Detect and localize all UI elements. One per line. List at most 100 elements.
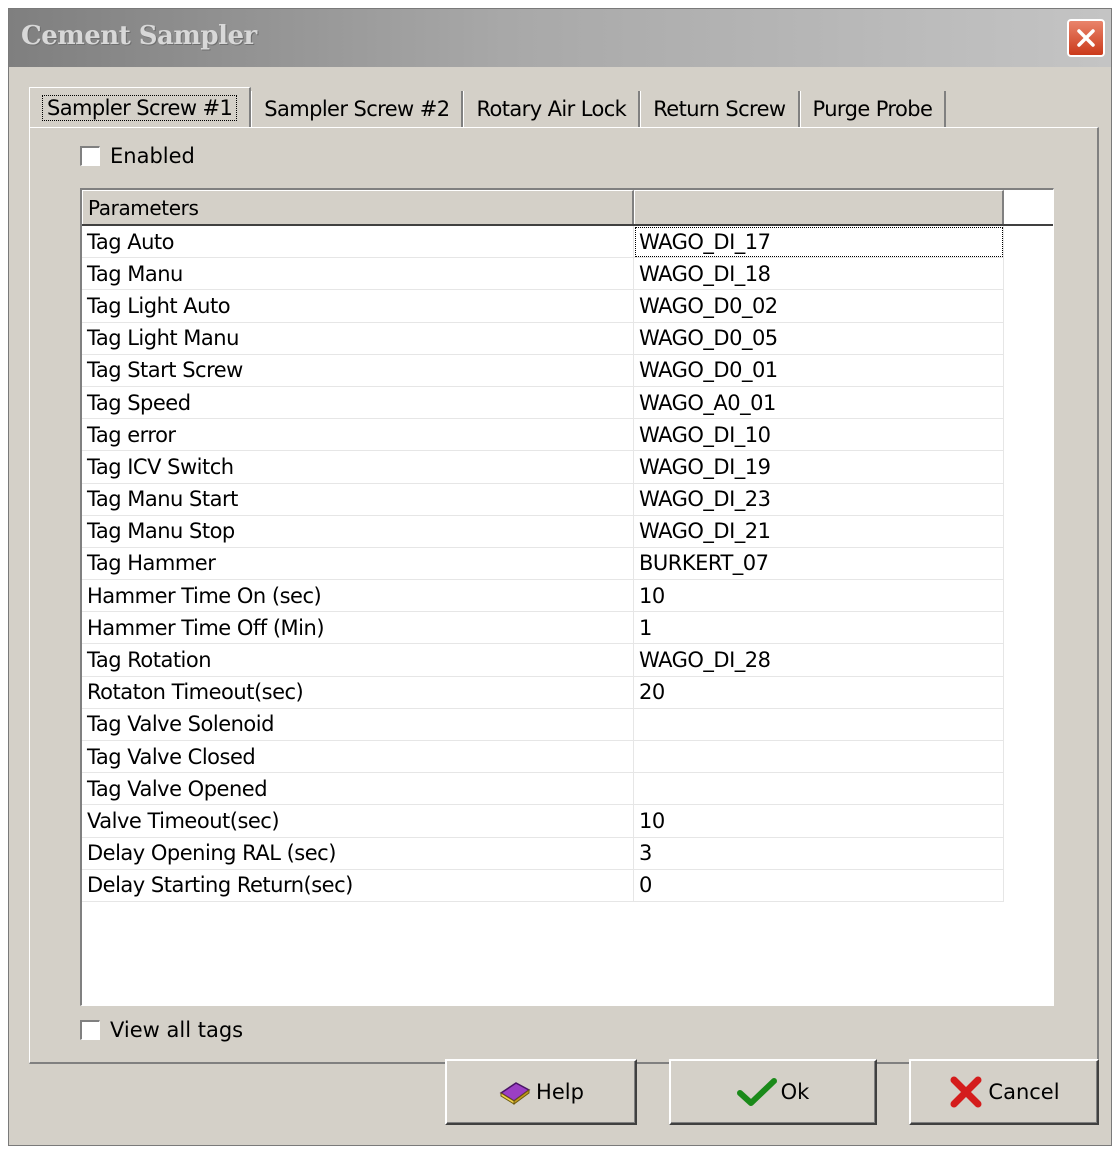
- table-row[interactable]: Tag Rotation WAGO_DI_28: [82, 644, 1053, 677]
- table-row[interactable]: Tag Valve Closed: [82, 741, 1053, 774]
- parameter-value-cell[interactable]: BURKERT_07: [634, 547, 1004, 581]
- parameter-value-cell[interactable]: WAGO_D0_01: [634, 354, 1004, 387]
- tab-sampler-screw-2[interactable]: Sampler Screw #2: [251, 91, 464, 127]
- table-row[interactable]: Tag ICV Switch WAGO_DI_19: [82, 451, 1053, 484]
- parameter-name-cell[interactable]: Valve Timeout(sec): [82, 805, 634, 838]
- cancel-button-label: Cancel: [988, 1080, 1060, 1104]
- view-all-tags-label: View all tags: [110, 1018, 244, 1042]
- table-row[interactable]: Tag Valve Solenoid: [82, 708, 1053, 741]
- parameter-value-cell[interactable]: WAGO_DI_10: [634, 419, 1004, 452]
- parameter-value-cell[interactable]: WAGO_DI_28: [634, 644, 1004, 677]
- tab-sampler-screw-1[interactable]: Sampler Screw #1: [29, 87, 252, 127]
- parameter-value-cell[interactable]: WAGO_DI_18: [634, 258, 1004, 291]
- view-all-tags-row[interactable]: View all tags: [80, 1018, 243, 1042]
- parameter-value-cell[interactable]: 20: [634, 676, 1004, 709]
- dialog-window: Cement Sampler Sampler Screw #1 Sampler …: [8, 8, 1112, 1146]
- parameter-value-cell[interactable]: WAGO_DI_23: [634, 483, 1004, 516]
- parameter-name-cell[interactable]: Tag Manu: [82, 258, 634, 291]
- parameter-name-cell[interactable]: Tag Manu Stop: [82, 515, 634, 548]
- parameter-name-cell[interactable]: Tag Auto: [82, 226, 634, 259]
- parameter-value-cell[interactable]: WAGO_D0_05: [634, 322, 1004, 355]
- table-row[interactable]: Tag Speed WAGO_A0_01: [82, 386, 1053, 420]
- grid-body: Tag Auto WAGO_DI_17 Tag Manu WAGO_DI_18 Tag …: [82, 226, 1053, 902]
- parameter-value-cell[interactable]: 1: [634, 612, 1004, 645]
- parameter-name-cell[interactable]: Tag Valve Solenoid: [82, 708, 634, 741]
- tab-label: Sampler Screw #1: [42, 94, 238, 121]
- parameter-name-cell[interactable]: Tag error: [82, 419, 634, 452]
- parameter-name-cell[interactable]: Tag Start Screw: [82, 354, 634, 387]
- table-row[interactable]: Rotaton Timeout(sec) 20: [82, 676, 1053, 709]
- table-row[interactable]: Valve Timeout(sec) 10: [82, 805, 1053, 838]
- enabled-checkbox[interactable]: [80, 146, 100, 166]
- table-row[interactable]: Delay Starting Return(sec) 0: [82, 869, 1053, 902]
- parameter-name-cell[interactable]: Tag Hammer: [82, 547, 634, 581]
- enabled-label: Enabled: [110, 144, 195, 168]
- tab-label: Sampler Screw #2: [264, 97, 450, 121]
- header-value[interactable]: [634, 190, 1004, 224]
- grid-header: Parameters: [82, 190, 1053, 226]
- tab-label: Return Screw: [653, 97, 786, 121]
- parameter-value-cell[interactable]: 10: [634, 580, 1004, 613]
- tab-purge-probe[interactable]: Purge Probe: [799, 91, 947, 127]
- parameter-name-cell[interactable]: Tag Valve Closed: [82, 741, 634, 774]
- close-icon: [1077, 29, 1095, 47]
- help-book-icon: [499, 1082, 531, 1105]
- table-row[interactable]: Tag Manu Stop WAGO_DI_21: [82, 515, 1053, 548]
- close-button[interactable]: [1067, 19, 1105, 57]
- ok-button[interactable]: Ok: [669, 1059, 877, 1125]
- parameter-name-cell[interactable]: Tag Manu Start: [82, 483, 634, 516]
- view-all-tags-checkbox[interactable]: [80, 1020, 100, 1040]
- parameter-name-cell[interactable]: Delay Opening RAL (sec): [82, 837, 634, 870]
- enabled-checkbox-row[interactable]: Enabled: [80, 144, 195, 168]
- ok-button-label: Ok: [780, 1080, 810, 1104]
- parameter-value-cell[interactable]: [634, 708, 1004, 741]
- tab-label: Purge Probe: [812, 97, 933, 121]
- table-row[interactable]: Hammer Time Off (Min) 1: [82, 612, 1053, 645]
- parameter-name-cell[interactable]: Tag Valve Opened: [82, 773, 634, 806]
- parameter-value-cell[interactable]: [634, 741, 1004, 774]
- parameter-name-cell[interactable]: Hammer Time On (sec): [82, 580, 634, 613]
- checkmark-icon: [736, 1078, 777, 1106]
- parameter-name-cell[interactable]: Tag ICV Switch: [82, 451, 634, 484]
- parameter-value-cell[interactable]: WAGO_A0_01: [634, 386, 1004, 420]
- parameter-value-cell[interactable]: WAGO_D0_02: [634, 290, 1004, 323]
- table-row[interactable]: Tag Light Manu WAGO_D0_05: [82, 322, 1053, 355]
- parameter-value-cell[interactable]: 0: [634, 869, 1004, 902]
- tab-strip: Sampler Screw #1 Sampler Screw #2 Rotary…: [29, 87, 1079, 127]
- table-row[interactable]: Tag Auto WAGO_DI_17: [82, 226, 1053, 259]
- parameter-name-cell[interactable]: Tag Rotation: [82, 644, 634, 677]
- tab-label: Rotary Air Lock: [476, 97, 627, 121]
- parameter-name-cell[interactable]: Tag Light Auto: [82, 290, 634, 323]
- table-row[interactable]: Hammer Time On (sec) 10: [82, 580, 1053, 613]
- window-title: Cement Sampler: [21, 21, 257, 51]
- cancel-button[interactable]: Cancel: [909, 1059, 1099, 1125]
- parameter-value-cell[interactable]: WAGO_DI_17: [634, 226, 1004, 259]
- table-row[interactable]: Tag Manu Start WAGO_DI_23: [82, 483, 1053, 516]
- red-x-icon: [950, 1076, 982, 1108]
- tab-return-screw[interactable]: Return Screw: [640, 91, 800, 127]
- help-button[interactable]: Help: [445, 1059, 637, 1125]
- table-row[interactable]: Tag Valve Opened: [82, 773, 1053, 806]
- parameter-name-cell[interactable]: Rotaton Timeout(sec): [82, 676, 634, 709]
- tab-control: Sampler Screw #1 Sampler Screw #2 Rotary…: [29, 79, 1099, 1064]
- table-row[interactable]: Delay Opening RAL (sec) 3: [82, 837, 1053, 870]
- parameter-value-cell[interactable]: 10: [634, 805, 1004, 838]
- parameter-name-cell[interactable]: Hammer Time Off (Min): [82, 612, 634, 645]
- tab-rotary-air-lock[interactable]: Rotary Air Lock: [463, 91, 641, 127]
- tab-panel: Enabled Parameters Tag Auto WAGO_DI_17 Tag…: [29, 127, 1099, 1064]
- parameter-value-cell[interactable]: WAGO_DI_21: [634, 515, 1004, 548]
- table-row[interactable]: Tag error WAGO_DI_10: [82, 419, 1053, 452]
- table-row[interactable]: Tag Hammer BURKERT_07: [82, 547, 1053, 581]
- header-parameters[interactable]: Parameters: [82, 190, 634, 224]
- table-row[interactable]: Tag Start Screw WAGO_D0_01: [82, 354, 1053, 387]
- parameter-name-cell[interactable]: Tag Light Manu: [82, 322, 634, 355]
- table-row[interactable]: Tag Light Auto WAGO_D0_02: [82, 290, 1053, 323]
- parameter-value-cell[interactable]: 3: [634, 837, 1004, 870]
- parameter-value-cell[interactable]: [634, 773, 1004, 806]
- table-row[interactable]: Tag Manu WAGO_DI_18: [82, 258, 1053, 291]
- title-bar[interactable]: Cement Sampler: [9, 9, 1111, 67]
- parameters-grid[interactable]: Parameters Tag Auto WAGO_DI_17 Tag Manu WAG…: [80, 188, 1054, 1006]
- parameter-value-cell[interactable]: WAGO_DI_19: [634, 451, 1004, 484]
- parameter-name-cell[interactable]: Tag Speed: [82, 386, 634, 420]
- parameter-name-cell[interactable]: Delay Starting Return(sec): [82, 869, 634, 902]
